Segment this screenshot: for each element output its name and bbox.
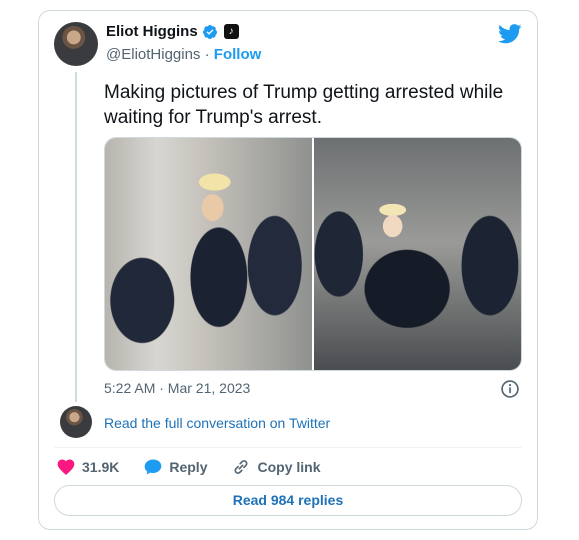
heart-icon xyxy=(57,459,75,475)
action-bar: 31.9K Reply Copy link xyxy=(56,457,345,477)
photo-left[interactable] xyxy=(105,138,312,370)
author-name-row: Eliot Higgins ♪ xyxy=(106,23,239,40)
affiliation-badge-icon: ♪ xyxy=(223,24,239,39)
author-handle[interactable]: @EliotHiggins xyxy=(106,46,200,63)
divider xyxy=(54,447,522,448)
author-avatar[interactable] xyxy=(54,22,98,66)
verified-badge-icon xyxy=(202,24,217,39)
like-count: 31.9K xyxy=(82,459,120,475)
reply-bubble-icon xyxy=(145,459,162,475)
tweet-text: Making pictures of Trump getting arreste… xyxy=(104,82,504,128)
author-display-name[interactable]: Eliot Higgins xyxy=(106,23,198,40)
photo-right[interactable] xyxy=(314,138,521,370)
copy-link-button[interactable]: Copy link xyxy=(231,457,321,477)
tweet-timestamp[interactable]: 5:22 AM · Mar 21, 2023 xyxy=(104,380,250,396)
twitter-bird-icon[interactable] xyxy=(498,24,522,44)
read-replies-button[interactable]: Read 984 replies xyxy=(54,485,522,516)
read-conversation-link[interactable]: Read the full conversation on Twitter xyxy=(104,415,330,431)
follow-link[interactable]: Follow xyxy=(214,46,262,63)
reply-label: Reply xyxy=(169,459,208,475)
link-icon xyxy=(235,460,248,474)
author-handle-row: @EliotHiggins · Follow xyxy=(106,46,261,63)
handle-separator: · xyxy=(204,46,210,63)
info-icon[interactable] xyxy=(500,379,520,399)
viewer-avatar[interactable] xyxy=(60,406,92,438)
thread-line xyxy=(75,72,77,402)
like-button[interactable]: 31.9K xyxy=(56,457,119,477)
reply-button[interactable]: Reply xyxy=(143,457,207,477)
copy-link-label: Copy link xyxy=(257,459,321,475)
media-grid[interactable] xyxy=(104,137,522,371)
